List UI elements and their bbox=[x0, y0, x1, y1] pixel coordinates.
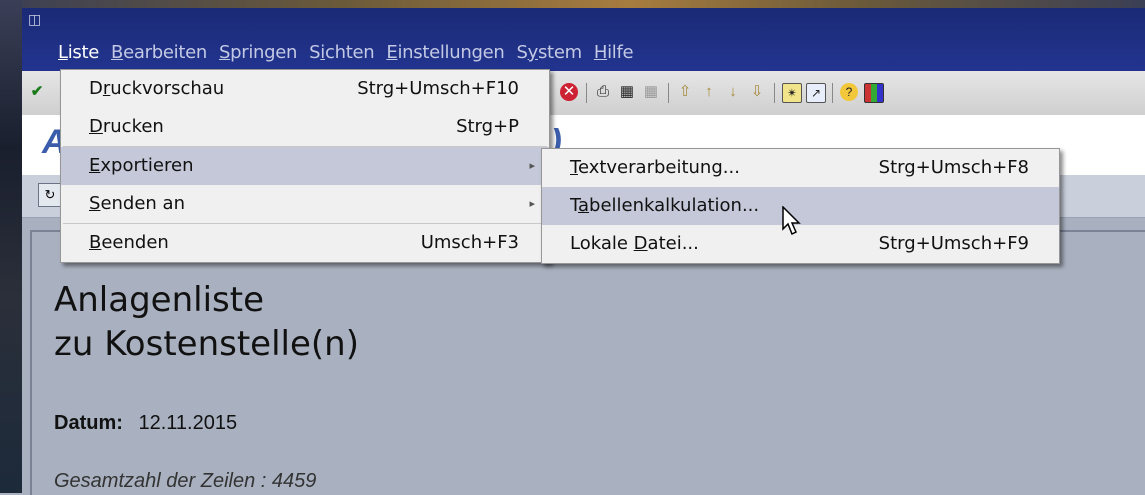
menu-item[interactable]: Sichten bbox=[303, 42, 380, 64]
menu-shortcut: Strg+Umsch+F8 bbox=[878, 157, 1029, 178]
menu-item-label: Drucken bbox=[89, 116, 164, 137]
menu-item[interactable]: Hilfe bbox=[588, 42, 639, 64]
menu-item[interactable]: Bearbeiten bbox=[105, 42, 213, 64]
report-title-line1: Anlagenliste bbox=[54, 280, 264, 320]
submenu-arrow-icon: ▸ bbox=[529, 159, 535, 172]
help-icon[interactable]: ? bbox=[840, 83, 858, 101]
menu-item-label: Beenden bbox=[89, 232, 169, 253]
menu-bar: Liste Bearbeiten Springen Sichten Einstellun… bbox=[52, 42, 639, 64]
menu-item-label: Druckvorschau bbox=[89, 78, 225, 99]
shortcut-icon[interactable]: ↗ bbox=[806, 83, 826, 103]
enter-icon[interactable]: ✔ bbox=[28, 83, 46, 101]
menu-item[interactable]: Einstellungen bbox=[380, 42, 510, 64]
menu-item[interactable]: Springen bbox=[213, 42, 303, 64]
desktop-background-left bbox=[0, 0, 22, 493]
report-title-line2: zu Kostenstelle(n) bbox=[54, 324, 359, 364]
new-session-icon[interactable]: ✴ bbox=[782, 83, 802, 103]
menu-item-label: Tabellenkalkulation... bbox=[570, 195, 760, 216]
menu-shortcut: Strg+Umsch+F10 bbox=[357, 78, 519, 99]
submenu-arrow-icon: ▸ bbox=[529, 197, 535, 210]
liste-menu-item[interactable]: Beenden Umsch+F3 bbox=[61, 224, 549, 262]
report-content: Anlagenliste zu Kostenstelle(n) Datum: 1… bbox=[30, 230, 1145, 495]
first-page-icon[interactable]: ⇧ bbox=[676, 83, 694, 101]
report-title: Anlagenliste zu Kostenstelle(n) bbox=[54, 278, 359, 366]
menu-item[interactable]: System bbox=[510, 42, 587, 64]
find-icon[interactable]: ▦ bbox=[618, 83, 636, 101]
refresh-icon[interactable]: ↻ bbox=[38, 183, 62, 207]
print-icon[interactable]: ⎙ bbox=[594, 83, 612, 101]
liste-menu-item[interactable]: Senden an ▸ bbox=[61, 185, 549, 223]
liste-menu-item[interactable]: Exportieren ▸ bbox=[61, 147, 549, 185]
menu-item-label: Textverarbeitung... bbox=[570, 157, 740, 178]
toolbar-separator bbox=[774, 83, 775, 103]
menu-item-label: Exportieren bbox=[89, 155, 194, 176]
find-next-icon[interactable]: ▦ bbox=[642, 83, 660, 101]
liste-menu-item[interactable]: Drucken Strg+P bbox=[61, 108, 549, 146]
layout-menu-icon[interactable] bbox=[864, 83, 884, 103]
menu-shortcut: Strg+P bbox=[456, 116, 519, 137]
toolbar-separator bbox=[586, 83, 587, 103]
row-count-text: Gesamtzahl der Zeilen : 4459 bbox=[54, 470, 317, 492]
previous-page-icon[interactable]: ↑ bbox=[700, 83, 718, 101]
date-label: Datum: bbox=[54, 412, 123, 434]
liste-menu-item[interactable]: Druckvorschau Strg+Umsch+F10 bbox=[61, 70, 549, 108]
menu-shortcut: Strg+Umsch+F9 bbox=[878, 233, 1029, 254]
next-page-icon[interactable]: ↓ bbox=[724, 83, 742, 101]
cancel-icon[interactable]: ✕ bbox=[560, 83, 578, 101]
menu-item-label: Lokale Datei... bbox=[570, 233, 699, 254]
menu-item-label: Senden an bbox=[89, 193, 185, 214]
report-date-row: Datum: 12.11.2015 bbox=[54, 412, 237, 435]
toolbar-separator bbox=[668, 83, 669, 103]
date-value: 12.11.2015 bbox=[138, 412, 238, 434]
menu-shortcut: Umsch+F3 bbox=[420, 232, 519, 253]
liste-dropdown-menu: Druckvorschau Strg+Umsch+F10 Drucken Strg+P… bbox=[60, 69, 550, 263]
toolbar-separator bbox=[832, 83, 833, 103]
menu-item[interactable]: Liste bbox=[52, 42, 105, 64]
last-page-icon[interactable]: ⇩ bbox=[748, 83, 766, 101]
system-menu-icon[interactable]: ◫ bbox=[28, 11, 41, 28]
desktop-background-top bbox=[0, 0, 1145, 8]
export-menu-item[interactable]: Textverarbeitung... Strg+Umsch+F8 bbox=[542, 149, 1059, 187]
menu-bar-area: ◫ Liste Bearbeiten Springen Sichten Einstell… bbox=[22, 8, 1145, 71]
mouse-cursor-icon bbox=[782, 206, 801, 236]
